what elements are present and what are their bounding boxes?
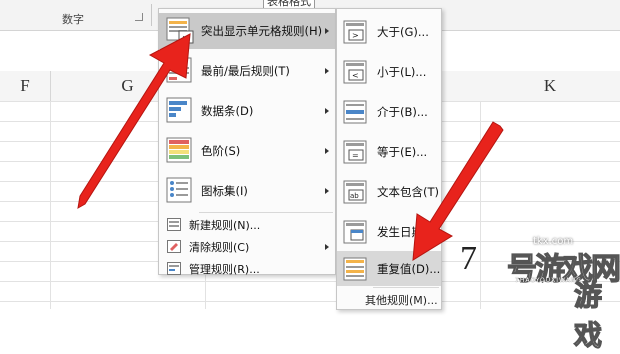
conditional-formatting-menu: > 突出显示单元格规则(H) 最前/最后规则(T) 数据条(D) 色阶(S) 图… <box>158 8 336 278</box>
watermark-big-text: 游戏 <box>573 278 603 352</box>
chevron-right-icon <box>325 148 329 154</box>
ribbon-divider <box>151 4 152 26</box>
submenu-item-greater-than[interactable]: > 大于(G)... <box>337 14 441 49</box>
menu-divider <box>199 212 333 213</box>
chevron-right-icon <box>325 243 329 250</box>
menu-item-top-bottom-rules[interactable]: 最前/最后规则(T) <box>159 53 335 89</box>
menu-item-label: 突出显示单元格规则(H) <box>201 24 323 38</box>
highlight-cells-icon: > <box>165 17 195 45</box>
menu-item-color-scales[interactable]: 色阶(S) <box>159 133 335 169</box>
menu-item-label: 数据条(D) <box>201 104 254 118</box>
submenu-item-label: 等于(E)... <box>377 144 428 159</box>
grid-line <box>50 101 51 309</box>
svg-text:ab: ab <box>350 192 359 200</box>
svg-text:>: > <box>352 31 359 40</box>
submenu-item-label: 介于(B)... <box>377 104 428 119</box>
menu-item-icon-sets[interactable]: 图标集(I) <box>159 173 335 209</box>
menu-item-label: 最前/最后规则(T) <box>201 64 290 78</box>
submenu-item-label: 文本包含(T) <box>377 184 439 199</box>
submenu-item-between[interactable]: 介于(B)... <box>337 94 441 129</box>
submenu-item-equal-to[interactable]: = 等于(E)... <box>337 134 441 169</box>
chevron-right-icon <box>325 108 329 114</box>
submenu-item-label: 其他规则(M)... <box>365 294 438 307</box>
between-icon <box>341 98 369 126</box>
chevron-right-icon <box>325 28 329 34</box>
new-rule-icon <box>167 218 181 231</box>
column-header-f[interactable]: F <box>0 71 51 101</box>
chevron-right-icon <box>325 188 329 194</box>
menu-item-label: 图标集(I) <box>201 184 248 198</box>
greater-than-icon: > <box>341 18 369 46</box>
svg-text:<: < <box>352 71 359 80</box>
submenu-item-duplicate-values[interactable]: 重复值(D)... <box>337 251 441 286</box>
manage-rules-icon <box>167 262 181 275</box>
menu-item-clear-rules[interactable]: 清除规则(C) <box>159 237 335 256</box>
watermark-subtext: 7HAOYOUXIWANG <box>515 277 582 284</box>
color-scales-icon <box>165 137 195 165</box>
duplicate-values-icon <box>341 255 369 283</box>
menu-item-label: 色阶(S) <box>201 144 241 158</box>
chevron-right-icon <box>325 68 329 74</box>
grid-line <box>480 101 481 309</box>
menu-item-manage-rules[interactable]: 管理规则(R)... <box>159 259 335 278</box>
ribbon-group-number-label: 数字 <box>62 13 84 26</box>
highlight-cells-submenu: > 大于(G)... < 小于(L)... 介于(B)... = 等于(E)..… <box>336 8 442 310</box>
menu-item-data-bars[interactable]: 数据条(D) <box>159 93 335 129</box>
menu-item-highlight-cells-rules[interactable]: > 突出显示单元格规则(H) <box>159 13 335 49</box>
dialog-launcher-icon[interactable] <box>135 13 143 21</box>
text-contains-icon: ab <box>341 178 369 206</box>
submenu-item-label: 重复值(D)... <box>377 261 441 276</box>
clear-rules-icon <box>167 240 181 253</box>
submenu-item-label: 发生日期 <box>377 224 423 239</box>
less-than-icon: < <box>341 58 369 86</box>
menu-item-new-rule[interactable]: 新建规则(N)... <box>159 215 335 234</box>
submenu-item-date-occurring[interactable]: 发生日期 <box>337 214 441 249</box>
top-bottom-icon <box>165 57 195 85</box>
submenu-item-label: 小于(L)... <box>377 64 427 79</box>
icon-sets-icon <box>165 177 195 205</box>
submenu-item-more-rules[interactable]: 其他规则(M)... <box>337 289 441 309</box>
submenu-item-text-contains[interactable]: ab 文本包含(T) <box>337 174 441 209</box>
date-occurring-icon <box>341 218 369 246</box>
menu-item-label: 清除规则(C) <box>189 240 250 254</box>
svg-text:>: > <box>182 34 190 44</box>
menu-divider <box>373 287 439 288</box>
column-header-k[interactable]: K <box>480 71 620 101</box>
submenu-item-less-than[interactable]: < 小于(L)... <box>337 54 441 89</box>
svg-text:=: = <box>352 151 359 160</box>
menu-item-label: 新建规则(N)... <box>189 218 261 232</box>
submenu-item-label: 大于(G)... <box>377 24 429 39</box>
data-bars-icon <box>165 97 195 125</box>
watermark-digit: 7 <box>460 240 477 277</box>
menu-item-label: 管理规则(R)... <box>189 262 260 276</box>
equal-to-icon: = <box>341 138 369 166</box>
